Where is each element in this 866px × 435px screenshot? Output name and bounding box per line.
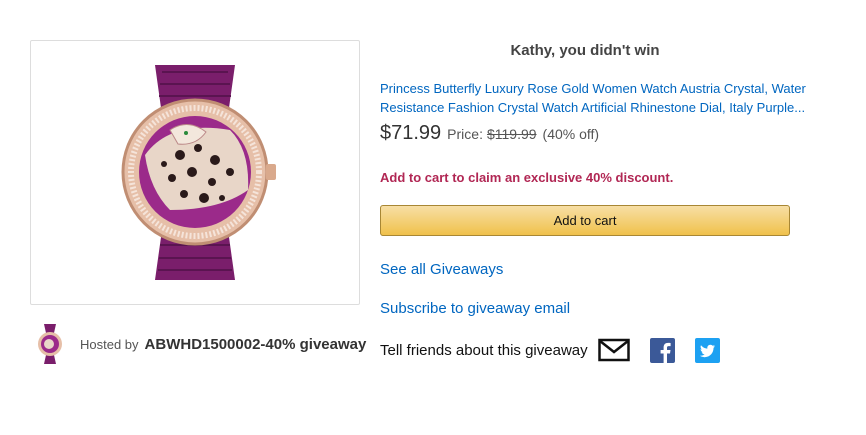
facebook-icon[interactable] xyxy=(649,337,675,363)
twitter-icon[interactable] xyxy=(694,337,720,363)
subscribe-email-link[interactable]: Subscribe to giveaway email xyxy=(380,300,570,317)
promo-text: Add to cart to claim an exclusive 40% di… xyxy=(380,170,674,185)
mail-icon[interactable] xyxy=(597,338,630,362)
price-current: $71.99 xyxy=(380,122,442,144)
watch-image xyxy=(121,65,276,280)
share-row: Tell friends about this giveaway xyxy=(380,336,720,364)
share-label: Tell friends about this giveaway xyxy=(380,341,588,359)
product-title-link[interactable]: Princess Butterfly Luxury Rose Gold Wome… xyxy=(380,79,820,117)
product-image-frame[interactable] xyxy=(30,40,360,305)
hosted-by-label: Hosted by xyxy=(80,336,139,352)
result-title: Kathy, you didn't win xyxy=(510,42,660,59)
price-discount: (40% off) xyxy=(542,126,600,142)
host-row: Hosted by ABWHD1500002-40% giveaway xyxy=(34,322,366,366)
price-label: Price: xyxy=(447,126,483,142)
see-all-giveaways-link[interactable]: See all Giveaways xyxy=(380,261,503,278)
price-row: $71.99 Price: $119.99 (40% off) xyxy=(380,122,599,145)
price-original: $119.99 xyxy=(486,126,537,142)
host-name: ABWHD1500002-40% giveaway xyxy=(144,335,367,353)
host-avatar[interactable] xyxy=(34,323,66,365)
add-to-cart-button[interactable]: Add to cart xyxy=(380,205,790,236)
